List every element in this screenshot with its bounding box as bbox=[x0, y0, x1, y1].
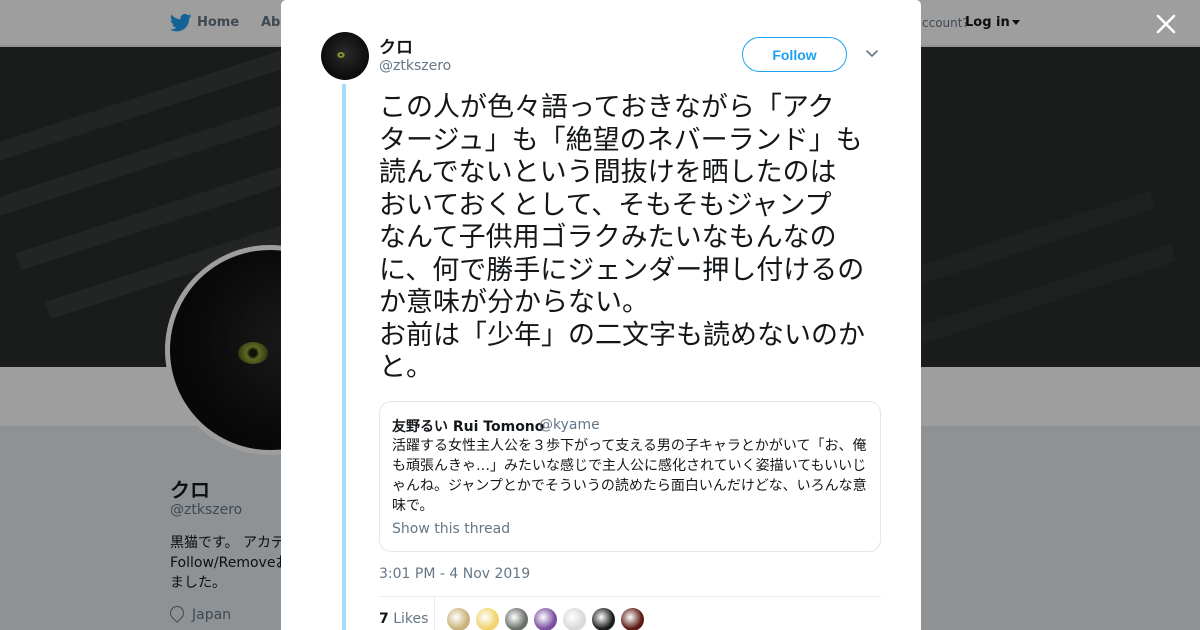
tweet-line: に、何で勝手にジェンダー押し付けるの bbox=[379, 254, 865, 286]
quoted-text: 活躍する女性主人公を３歩下がって支える男の子キャラとかがいて「お、俺 も頑張んき… bbox=[392, 436, 872, 516]
quoted-author-handle: @kyame bbox=[539, 417, 600, 433]
liker-avatar-7[interactable] bbox=[620, 607, 645, 630]
quoted-line: 味で。 bbox=[392, 498, 434, 514]
tweet-line: 読んでないという間抜けを晒したのは bbox=[379, 157, 837, 188]
liker-avatar-3[interactable] bbox=[504, 607, 529, 630]
author-name[interactable]: クロ bbox=[379, 33, 413, 58]
tweet-timestamp[interactable]: 3:01 PM - 4 Nov 2019 bbox=[379, 566, 530, 582]
tweet-modal: クロ @ztkszero Follow この人が色々語っておきながら「アク ター… bbox=[281, 0, 921, 630]
close-icon[interactable] bbox=[1152, 10, 1180, 38]
liker-avatar-5[interactable] bbox=[562, 607, 587, 630]
tweet-line: タージュ」も「絶望のネバーランド」も bbox=[379, 124, 863, 156]
show-thread-link[interactable]: Show this thread bbox=[392, 521, 510, 537]
thread-line bbox=[342, 84, 346, 630]
tweet-line: おいておくとして、そもそもジャンプ bbox=[379, 189, 832, 221]
quoted-author-name: 友野るい Rui Tomono bbox=[392, 419, 545, 435]
tweet-line: お前は「少年」の二文字も読めないのか bbox=[379, 319, 865, 351]
tweet-text: この人が色々語っておきながら「アク タージュ」も「絶望のネバーランド」も 読んで… bbox=[379, 92, 884, 385]
liker-avatar-2[interactable] bbox=[475, 607, 500, 630]
author-avatar[interactable] bbox=[321, 32, 369, 80]
author-handle[interactable]: @ztkszero bbox=[379, 58, 451, 74]
follow-button[interactable]: Follow bbox=[742, 37, 847, 72]
tweet-line: なんて子供用ゴラクみたいなもんなの bbox=[379, 222, 837, 253]
quoted-line: 活躍する女性主人公を３歩下がって支える男の子キャラとかがいて「お、俺 bbox=[392, 438, 867, 454]
quoted-line: も頑張んきゃ…」みたいな感じで主人公に感化されていく姿描いてもいいじ bbox=[392, 458, 867, 474]
likes-label: Likes bbox=[393, 611, 429, 627]
liker-avatar-6[interactable] bbox=[591, 607, 616, 630]
divider bbox=[379, 596, 881, 597]
cat-eye-icon bbox=[337, 52, 345, 58]
quoted-line: ゃんね。ジャンプとかでそういうの読めたら面白いんだけどな、いろんな意 bbox=[392, 478, 867, 494]
quoted-tweet[interactable]: 友野るい Rui Tomono @kyame 活躍する女性主人公を３歩下がって支… bbox=[379, 401, 881, 552]
tweet-line: この人が色々語っておきながら「アク bbox=[379, 92, 835, 123]
tweet-line: か意味が分からない。 bbox=[379, 287, 649, 318]
chevron-down-icon[interactable] bbox=[865, 49, 879, 59]
divider bbox=[434, 597, 435, 630]
likes-count[interactable]: 7 Likes bbox=[379, 611, 428, 627]
liker-avatar-4[interactable] bbox=[533, 607, 558, 630]
liker-avatar-1[interactable] bbox=[446, 607, 471, 630]
likes-number: 7 bbox=[379, 611, 389, 627]
tweet-line: と。 bbox=[379, 352, 433, 383]
